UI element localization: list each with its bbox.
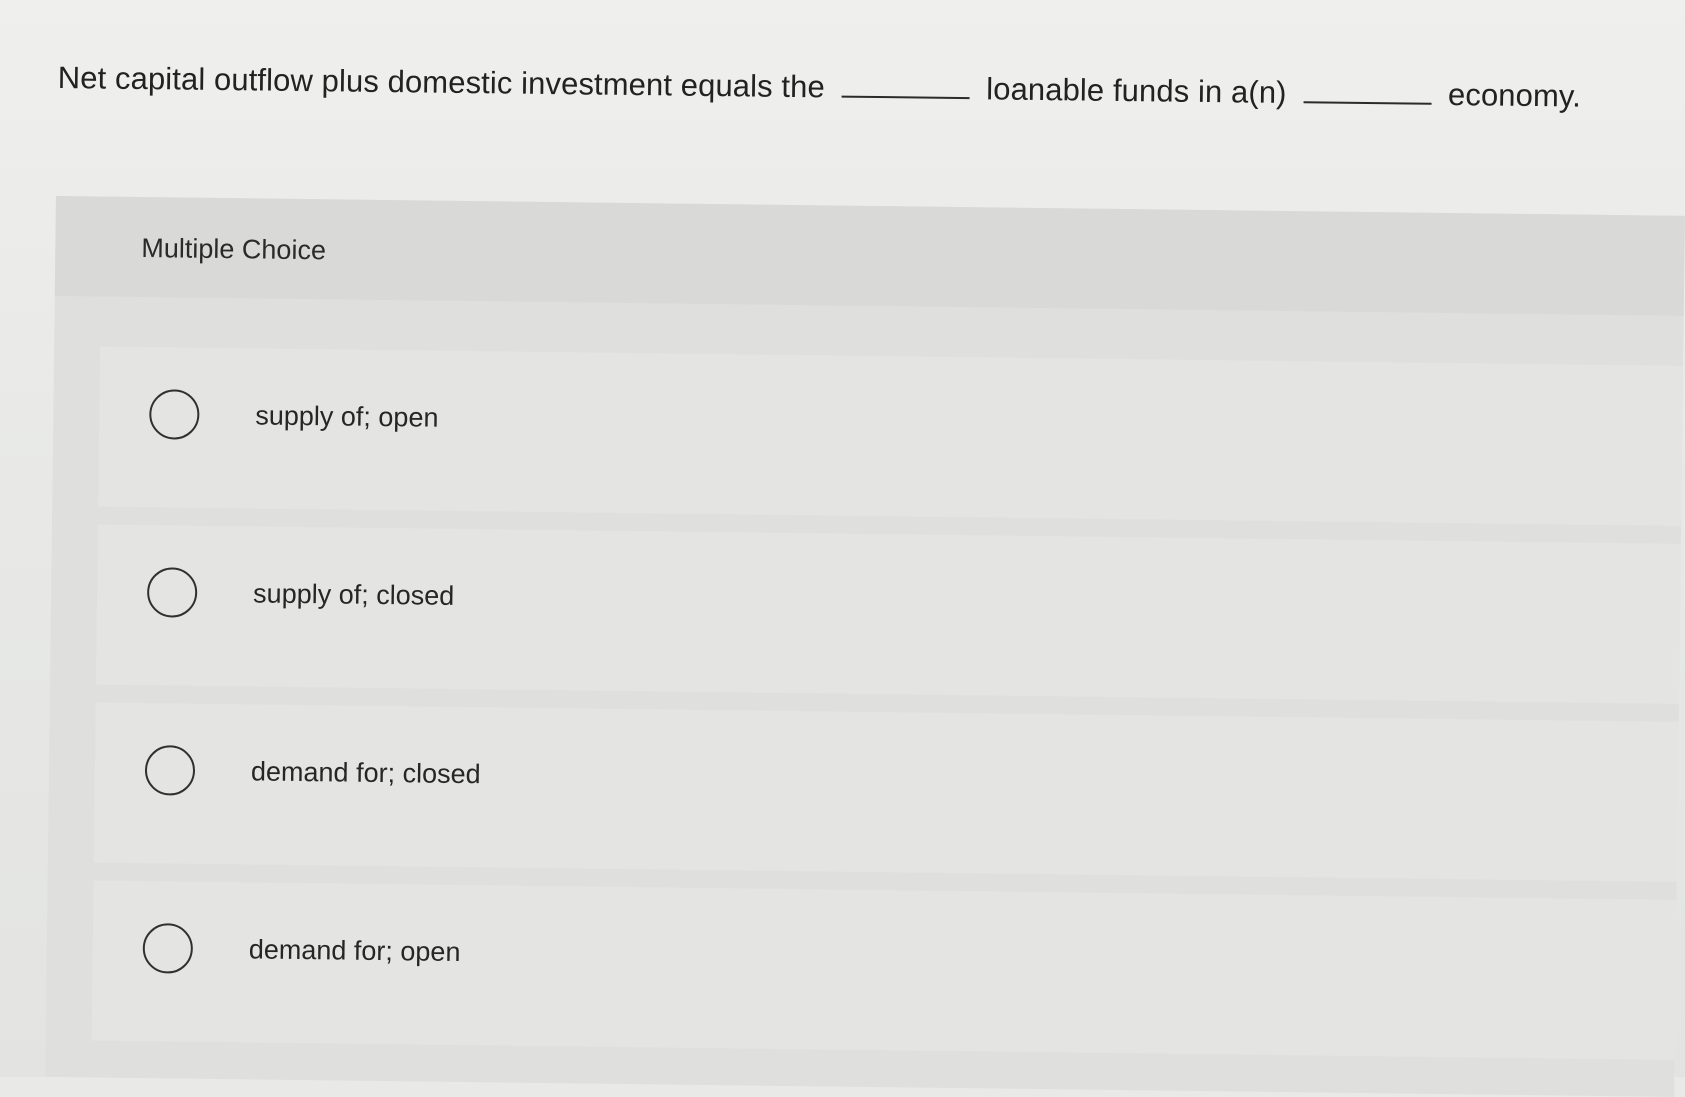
multiple-choice-panel: Multiple Choice supply of; open supply o… <box>45 196 1685 1097</box>
options-list: supply of; open supply of; closed demand… <box>91 346 1684 1078</box>
radio-button[interactable] <box>144 745 196 796</box>
radio-button[interactable] <box>142 923 194 974</box>
answer-blank-1 <box>841 73 970 100</box>
option-supply-of-open[interactable]: supply of; open <box>98 346 1684 526</box>
option-label[interactable]: demand for; open <box>249 934 461 968</box>
question-part-3: economy. <box>1447 76 1582 114</box>
option-label[interactable]: supply of; open <box>255 400 438 433</box>
question-part-2: loanable funds in a(n) <box>986 71 1287 111</box>
panel-header: Multiple Choice <box>54 196 1685 316</box>
panel-title: Multiple Choice <box>141 233 327 266</box>
option-demand-for-closed[interactable]: demand for; closed <box>93 702 1679 882</box>
option-label[interactable]: demand for; closed <box>251 756 481 790</box>
option-supply-of-closed[interactable]: supply of; closed <box>96 524 1681 704</box>
answer-blank-2 <box>1303 79 1432 105</box>
radio-button[interactable] <box>149 389 200 440</box>
option-label[interactable]: supply of; closed <box>253 578 454 611</box>
radio-button[interactable] <box>146 567 198 618</box>
question-part-1: Net capital outflow plus domestic invest… <box>57 59 826 105</box>
option-demand-for-open[interactable]: demand for; open <box>91 880 1677 1060</box>
question-text: Net capital outflow plus domestic invest… <box>58 58 1618 117</box>
page: Net capital outflow plus domestic invest… <box>0 0 1685 1097</box>
